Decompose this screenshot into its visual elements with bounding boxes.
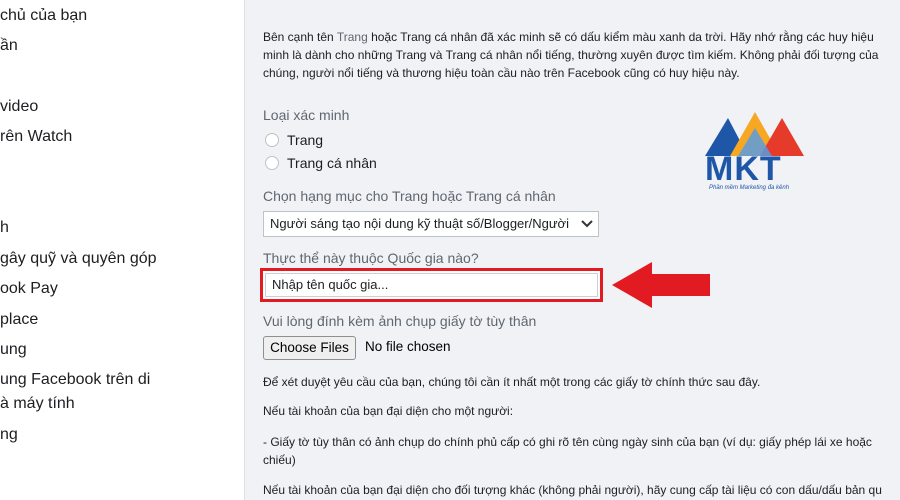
notes-line-3: - Giấy tờ tùy thân có ảnh chụp do chính … [263,435,872,449]
radio-circle[interactable] [265,133,279,147]
radio-label: Trang cá nhân [287,155,377,171]
sidebar-item-mobile[interactable]: ung Facebook trên di [0,369,150,391]
sidebar-item-pay[interactable]: ook Pay [0,278,58,300]
country-input[interactable] [265,273,598,297]
intro-text-rest: hoặc Trang cá nhân đã xác minh sẽ có dấu… [367,30,874,44]
intro-text: Bên cạnh tên [263,30,337,44]
category-select[interactable]: Người sáng tạo nội dung kỹ thuật số/Blog… [263,211,599,237]
sidebar-item-mobile-2: à máy tính [0,395,75,412]
sidebar-item-2[interactable]: ần [0,35,18,57]
sidebar-item-watch[interactable]: rên Watch [0,126,72,148]
sidebar-item-video[interactable]: video [0,96,38,118]
verification-form: Bên cạnh tên Trang hoặc Trang cá nhân đã… [245,0,900,500]
chevron-down-icon [580,212,594,236]
trang-link[interactable]: Trang [337,30,368,44]
left-sidebar: chủ của bạn ần video rên Watch h gây quỹ… [0,0,244,500]
red-arrow-icon [612,260,712,315]
choose-files-button[interactable]: Choose Files [263,336,356,360]
notes-line-1: Để xét duyệt yêu cầu của bạn, chúng tôi … [263,375,761,389]
sidebar-item-owner[interactable]: chủ của bạn [0,5,87,27]
sidebar-item-5[interactable]: h [0,217,9,239]
file-status: No file chosen [365,339,451,354]
radio-label: Trang [287,132,324,148]
radio-option-profile[interactable]: Trang cá nhân [265,155,377,171]
notes-line-4: Nếu tài khoản của bạn đại diện cho đối t… [263,483,882,497]
logo-text: MKT [705,150,782,188]
category-label: Chọn hạng mục cho Trang hoặc Trang cá nh… [263,188,556,204]
main-content: Bên cạnh tên Trang hoặc Trang cá nhân đã… [245,0,900,500]
logo-tagline: Phần mềm Marketing đa kênh [709,185,790,191]
notes-line-2: Nếu tài khoản của bạn đại diện cho một n… [263,404,514,418]
id-upload-label: Vui lòng đính kèm ảnh chụp giấy tờ tùy t… [263,313,537,329]
intro-line-3: chúng, người nổi tiếng và thương hiệu to… [263,66,740,80]
intro-line-1: Bên cạnh tên Trang hoặc Trang cá nhân đã… [263,28,874,46]
sidebar-item-fundraise[interactable]: gây quỹ và quyên góp [0,248,157,270]
notes-line-3b: chiếu) [263,453,296,467]
country-label: Thực thể này thuộc Quốc gia nào? [263,250,479,266]
radio-option-page[interactable]: Trang [265,132,323,148]
sidebar-item-marketplace[interactable]: place [0,309,38,331]
category-selected-value: Người sáng tạo nội dung kỹ thuật số/Blog… [270,216,569,231]
sidebar-item-9[interactable]: ung [0,339,27,361]
radio-circle[interactable] [265,156,279,170]
sidebar-item-12[interactable]: ng [0,424,18,446]
intro-line-2: minh là dành cho những Trang và Trang cá… [263,48,879,62]
country-input-highlight [260,268,603,302]
verification-type-label: Loại xác minh [263,107,350,123]
